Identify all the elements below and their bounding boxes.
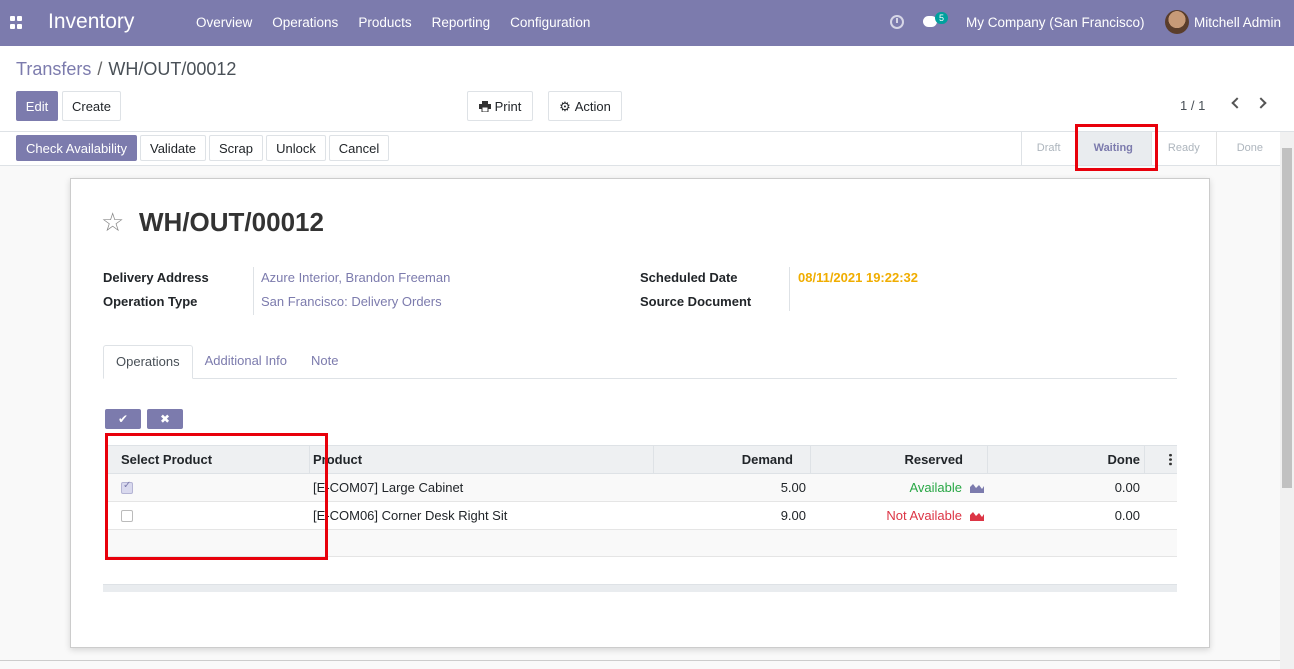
row-reserved-status: Not Available xyxy=(886,508,962,523)
pager-previous-icon[interactable] xyxy=(1231,97,1243,109)
check-icon: ✔ xyxy=(117,412,129,426)
record-title: WH/OUT/00012 xyxy=(139,207,324,237)
confirm-selection-button[interactable]: ✔ xyxy=(105,409,141,429)
scheduled-date-value: 08/11/2021 19:22:32 xyxy=(798,270,918,285)
header-demand[interactable]: Demand xyxy=(742,446,793,474)
stage-draft[interactable]: Draft xyxy=(1022,132,1075,165)
app-name[interactable]: Inventory xyxy=(48,10,134,34)
tab-additional-info[interactable]: Additional Info xyxy=(193,345,299,379)
action-button[interactable]: ⚙ Action xyxy=(548,91,622,121)
tab-note[interactable]: Note xyxy=(299,345,350,379)
user-menu[interactable]: Mitchell Admin xyxy=(1194,15,1281,30)
row-demand[interactable]: 5.00 xyxy=(781,474,806,502)
forecast-graph-icon[interactable] xyxy=(970,483,984,493)
printer-icon xyxy=(478,100,491,112)
breadcrumb-separator: / xyxy=(97,59,103,79)
operation-type-link[interactable]: San Francisco: Delivery Orders xyxy=(261,294,442,309)
control-panel: Transfers / WH/OUT/00012 Edit Create Print… xyxy=(0,46,1294,132)
breadcrumb: Transfers / WH/OUT/00012 xyxy=(16,59,236,80)
company-switcher[interactable]: My Company (San Francisco) xyxy=(966,15,1145,30)
operation-type-label: Operation Type xyxy=(103,294,198,309)
breadcrumb-transfers[interactable]: Transfers xyxy=(16,59,91,79)
pager-next-icon[interactable] xyxy=(1255,97,1267,109)
action-label: Action xyxy=(574,98,611,114)
column-options-icon[interactable] xyxy=(1169,453,1172,466)
column-separator xyxy=(1144,446,1145,475)
row-demand[interactable]: 9.00 xyxy=(781,502,806,530)
times-icon: ✖ xyxy=(159,412,171,426)
row-product[interactable]: [E-COM06] Corner Desk Right Sit xyxy=(313,502,507,530)
scrollbar-thumb[interactable] xyxy=(1282,148,1292,488)
scrap-button[interactable]: Scrap xyxy=(209,135,263,161)
print-label: Print xyxy=(494,98,522,114)
tab-operations[interactable]: Operations xyxy=(103,345,193,379)
menu-reporting[interactable]: Reporting xyxy=(422,0,501,46)
table-footer xyxy=(103,584,1177,592)
activity-clock-icon[interactable] xyxy=(890,15,904,29)
stage-ready[interactable]: Ready xyxy=(1152,132,1216,165)
validate-button[interactable]: Validate xyxy=(140,135,206,161)
column-separator xyxy=(810,446,811,475)
menu-configuration[interactable]: Configuration xyxy=(500,0,600,46)
menu-products[interactable]: Products xyxy=(348,0,421,46)
menu-operations[interactable]: Operations xyxy=(262,0,348,46)
delivery-address-link[interactable]: Azure Interior, Brandon Freeman xyxy=(261,270,450,285)
chat-count-badge: 5 xyxy=(935,12,949,24)
scheduled-date-label: Scheduled Date xyxy=(640,270,738,285)
highlight-waiting-stage xyxy=(1075,124,1158,171)
gear-icon: ⚙ xyxy=(559,98,571,114)
delivery-address-label: Delivery Address xyxy=(103,270,209,285)
unlock-button[interactable]: Unlock xyxy=(266,135,326,161)
edit-button[interactable]: Edit xyxy=(16,91,58,121)
header-reserved[interactable]: Reserved xyxy=(904,446,963,474)
header-done[interactable]: Done xyxy=(1108,446,1141,474)
source-document-label: Source Document xyxy=(640,294,752,309)
row-done[interactable]: 0.00 xyxy=(1115,502,1140,530)
user-avatar[interactable] xyxy=(1165,10,1189,34)
main-menu: Overview Operations Products Reporting C… xyxy=(186,0,600,46)
field-divider xyxy=(253,267,254,315)
notebook-tabs: Operations Additional Info Note xyxy=(103,345,1177,379)
row-product[interactable]: [E-COM07] Large Cabinet xyxy=(313,474,463,502)
star-icon[interactable]: ☆ xyxy=(101,209,124,235)
breadcrumb-current: WH/OUT/00012 xyxy=(108,59,237,79)
column-separator xyxy=(653,446,654,475)
page-bottom-border xyxy=(0,660,1280,661)
row-done[interactable]: 0.00 xyxy=(1115,474,1140,502)
column-separator xyxy=(987,446,988,475)
form-sheet: ☆ WH/OUT/00012 Delivery Address Azure In… xyxy=(70,178,1210,648)
discard-selection-button[interactable]: ✖ xyxy=(147,409,183,429)
top-navbar: Inventory Overview Operations Products R… xyxy=(0,0,1294,46)
check-availability-button[interactable]: Check Availability xyxy=(16,135,137,161)
row-reserved-status: Available xyxy=(909,480,962,495)
apps-menu-icon[interactable] xyxy=(10,16,23,29)
create-button[interactable]: Create xyxy=(62,91,121,121)
menu-overview[interactable]: Overview xyxy=(186,0,262,46)
print-button[interactable]: Print xyxy=(467,91,533,121)
highlight-select-product-column xyxy=(105,433,328,560)
stage-done[interactable]: Done xyxy=(1217,132,1276,165)
forecast-graph-icon[interactable] xyxy=(970,511,984,521)
pager-value[interactable]: 1 / 1 xyxy=(1180,98,1205,113)
field-divider xyxy=(789,267,790,311)
cancel-button[interactable]: Cancel xyxy=(329,135,389,161)
